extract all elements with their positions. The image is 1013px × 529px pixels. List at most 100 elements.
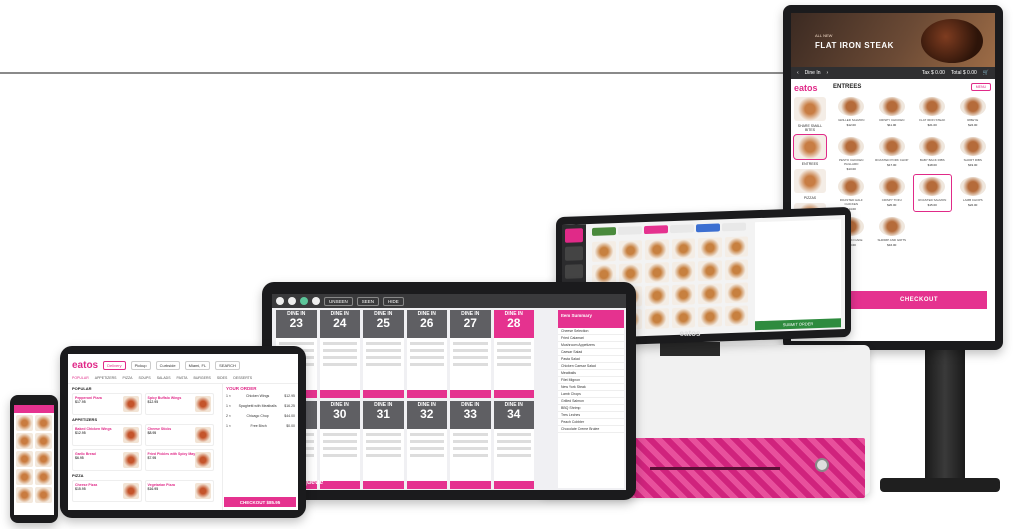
product-card[interactable]: Cheese Sticks $8.95 — [144, 424, 214, 446]
nav-tab[interactable]: BURGERS — [194, 376, 211, 383]
pos-item-tile[interactable] — [698, 237, 722, 259]
pos-item-tile[interactable] — [724, 282, 748, 304]
bump-button[interactable] — [493, 390, 534, 398]
pos-tab[interactable] — [670, 224, 694, 234]
pickup-chip[interactable]: Pickup — [130, 360, 151, 370]
pos-item-tile[interactable] — [645, 262, 669, 284]
phone-item-tile[interactable] — [16, 433, 33, 449]
phone-item-tile[interactable] — [16, 451, 33, 467]
unseen-button[interactable]: UNSEEN — [324, 296, 353, 306]
phone-item-tile[interactable] — [35, 451, 52, 467]
pos-item-tile[interactable] — [618, 240, 642, 261]
pos-item-tile[interactable] — [645, 285, 669, 307]
search-button[interactable]: SEARCH — [215, 360, 240, 370]
menu-item-card[interactable]: BABY BACK RIBS $18.00 — [914, 135, 951, 171]
order-ticket[interactable]: DINE IN 24 — [319, 310, 360, 398]
nav-tab[interactable]: SOUPS — [138, 376, 150, 383]
pos-item-tile[interactable] — [724, 305, 748, 327]
pos-nav-button[interactable] — [565, 228, 583, 243]
order-ticket[interactable]: DINE IN 25 — [363, 310, 404, 398]
refresh-icon[interactable] — [288, 297, 296, 305]
nav-tab[interactable]: SIDES — [217, 376, 228, 383]
category-tile-active[interactable] — [793, 134, 827, 160]
order-ticket[interactable]: DINE IN 31 — [363, 401, 404, 489]
order-line[interactable]: 1 × Free Birch $0.00 — [226, 424, 295, 428]
pos-tab[interactable] — [618, 226, 642, 235]
product-card[interactable]: Vegetarian Pizza $16.95 — [144, 480, 214, 502]
menu-item-card[interactable]: FLAT IRON STEAK $21.00 — [914, 95, 951, 131]
bump-button[interactable] — [406, 481, 447, 489]
bump-button[interactable] — [363, 481, 404, 489]
product-card[interactable]: Fried Pickles with Spicy Mayo $7.95 — [144, 449, 214, 471]
bump-button[interactable] — [493, 481, 534, 489]
pos-item-tile[interactable] — [698, 283, 722, 305]
hide-button[interactable]: HIDE — [383, 296, 404, 306]
delivery-chip[interactable]: Delivery — [103, 360, 126, 370]
bump-button[interactable] — [319, 481, 360, 489]
menu-item-card[interactable]: SHRIMP AND GRITS $16.00 — [874, 215, 911, 251]
pos-item-tile[interactable] — [645, 239, 669, 261]
bump-button[interactable] — [319, 390, 360, 398]
order-ticket[interactable]: DINE IN 33 — [450, 401, 491, 489]
category-tile[interactable] — [794, 169, 826, 193]
filter-icon[interactable] — [312, 297, 320, 305]
phone-item-tile[interactable] — [16, 487, 33, 503]
pos-tab[interactable] — [644, 225, 668, 235]
menu-item-card[interactable]: ROASTED HALF CHICKEN $14.00 — [833, 175, 870, 211]
pos-nav-button[interactable] — [565, 264, 583, 279]
phone-item-tile[interactable] — [16, 469, 33, 485]
submit-order-button[interactable]: SUBMIT ORDER — [755, 318, 841, 331]
bump-button[interactable] — [450, 390, 491, 398]
dine-in-toggle[interactable]: Dine In — [805, 70, 821, 76]
pos-item-tile[interactable] — [724, 259, 748, 281]
nav-tab[interactable]: SALADS — [157, 376, 171, 383]
cart-icon[interactable]: 🛒 — [983, 70, 989, 76]
order-ticket[interactable]: DINE IN 28 — [493, 310, 534, 398]
pos-item-tile[interactable] — [592, 241, 616, 262]
pos-item-tile[interactable] — [698, 260, 722, 282]
order-line[interactable]: 1 × Chicken Wings $12.95 — [226, 394, 295, 398]
order-line[interactable]: 2 × Chicago Chop $44.00 — [226, 414, 295, 418]
menu-item-card[interactable]: CRISPY CHICKEN $11.00 — [874, 95, 911, 131]
back-icon[interactable]: ‹ — [797, 70, 799, 76]
order-ticket[interactable]: DINE IN 30 — [319, 401, 360, 489]
seen-button[interactable]: SEEN — [356, 296, 380, 306]
bump-button[interactable] — [406, 390, 447, 398]
bump-button[interactable] — [450, 481, 491, 489]
pos-item-tile[interactable] — [724, 236, 748, 258]
curbside-chip[interactable]: Curbside — [155, 360, 180, 370]
location-chip[interactable]: Miami, FL — [184, 360, 211, 370]
bump-button[interactable] — [363, 390, 404, 398]
menu-item-card[interactable]: ROASTED PORK CHOP $17.00 — [874, 135, 911, 171]
menu-item-card[interactable]: CRISPY TOFU $20.00 — [874, 175, 911, 211]
menu-item-card[interactable]: PESTO CHICKEN PAILLARD $13.00 — [833, 135, 870, 171]
pos-tab[interactable] — [722, 222, 746, 232]
category-tile[interactable] — [794, 97, 826, 121]
menu-item-card[interactable]: RIBEYE $24.00 — [955, 95, 992, 131]
settings-icon[interactable] — [276, 297, 284, 305]
product-card[interactable]: Spicy Buffalo Wings $12.95 — [144, 393, 214, 415]
product-card[interactable]: Pepperoni Pizza $17.95 — [72, 393, 142, 415]
forward-icon[interactable]: › — [827, 70, 829, 76]
kiosk-checkout-button[interactable]: CHECKOUT — [851, 291, 987, 309]
menu-item-card[interactable]: LAMB CHOPS $22.00 — [955, 175, 992, 211]
product-card[interactable]: Baked Chicken Wings $12.95 — [72, 424, 142, 446]
product-card[interactable]: Cheese Pizza $15.95 — [72, 480, 142, 502]
status-icon[interactable] — [300, 297, 308, 305]
pos-tab[interactable] — [696, 223, 720, 233]
nav-tab[interactable]: POPULAR — [72, 376, 89, 383]
phone-item-tile[interactable] — [35, 469, 52, 485]
menu-item-card[interactable]: ROASTED SALMON $15.00 — [913, 174, 952, 212]
order-ticket[interactable]: DINE IN 32 — [406, 401, 447, 489]
order-ticket[interactable]: DINE IN 27 — [450, 310, 491, 398]
phone-item-tile[interactable] — [35, 487, 52, 503]
phone-item-tile[interactable] — [16, 415, 33, 431]
order-ticket[interactable]: DINE IN 34 — [493, 401, 534, 489]
nav-tab[interactable]: PASTA — [177, 376, 188, 383]
pos-item-tile[interactable] — [671, 284, 695, 306]
pos-item-tile[interactable] — [671, 238, 695, 260]
nav-tab[interactable]: DESSERTS — [233, 376, 252, 383]
pos-item-tile[interactable] — [671, 307, 695, 329]
menu-item-card[interactable]: SHORT RIBS $19.00 — [955, 135, 992, 171]
ordering-checkout-button[interactable]: CHECKOUT $85.95 — [224, 497, 296, 507]
